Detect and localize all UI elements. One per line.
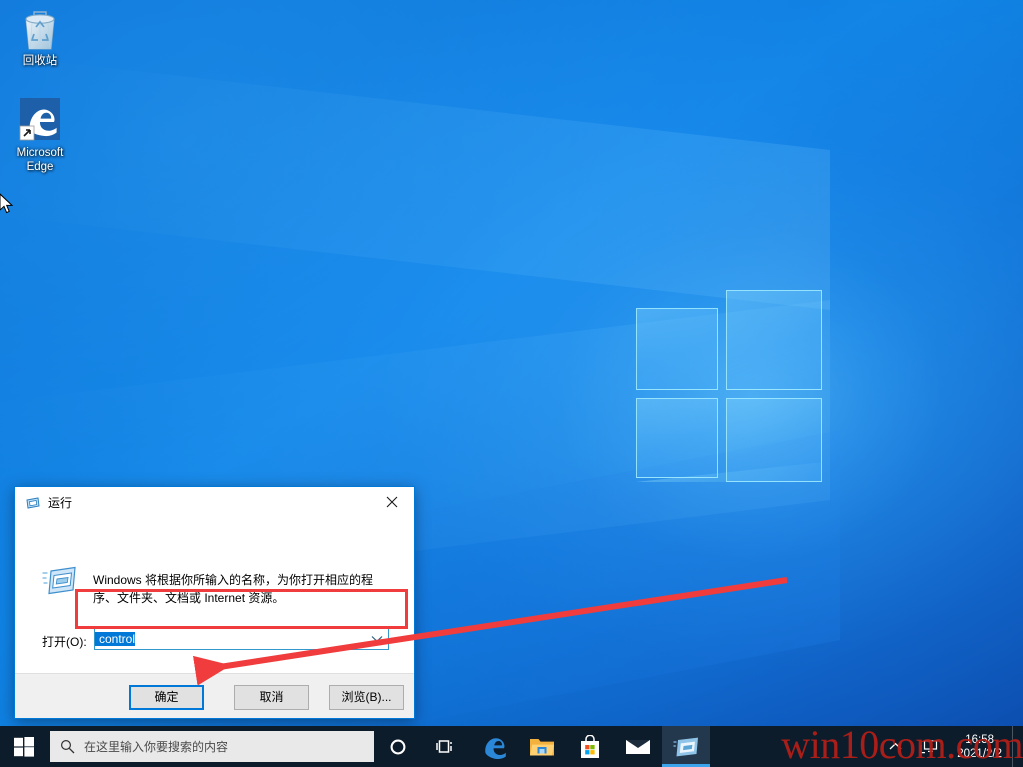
search-placeholder-text: 在这里输入你要搜索的内容 (84, 740, 229, 754)
windows-logo-icon (14, 736, 34, 757)
chevron-up-icon (889, 742, 902, 750)
desktop-screen: 回收站 Microsoft Edge 运行 Windows 将根据你所输入的名称… (0, 0, 1023, 767)
taskbar-cortana-button[interactable] (374, 726, 422, 767)
taskbar-run-window-button[interactable] (662, 726, 710, 767)
taskbar-clock[interactable]: 16:58 2021/2/2 (947, 726, 1012, 767)
run-dialog: 运行 Windows 将根据你所输入的名称，为你打开相应的程序、文件夹、文档或 … (14, 486, 415, 719)
shortcut-overlay-icon (19, 125, 35, 141)
edge-icon (19, 98, 60, 141)
microsoft-store-icon (581, 734, 599, 758)
desktop-icon-microsoft-edge[interactable]: Microsoft Edge (2, 98, 78, 174)
start-button[interactable] (0, 726, 48, 767)
run-window-icon (26, 496, 40, 509)
open-field-label: 打开(O): (42, 635, 87, 649)
search-icon (50, 731, 84, 762)
show-desktop-button[interactable] (1012, 726, 1021, 767)
mail-icon (626, 739, 650, 754)
taskbar-task-view-button[interactable] (422, 726, 470, 767)
taskbar-edge-button[interactable] (470, 726, 518, 767)
desktop-icon-label: Microsoft Edge (16, 147, 64, 173)
search-glyph-icon (60, 739, 74, 754)
dialog-footer: 确定 取消 浏览(B)... (15, 674, 414, 718)
file-explorer-icon (530, 738, 554, 755)
recycle-bin-icon (25, 11, 55, 50)
desktop-icon-label: 回收站 (22, 55, 58, 67)
close-button[interactable] (369, 487, 414, 517)
cortana-icon (390, 739, 406, 754)
wallpaper-light-ray (0, 55, 830, 311)
taskbar: 在这里输入你要搜索的内容 16:58 2021/2/2 (0, 726, 1023, 767)
run-window-icon (42, 566, 76, 595)
task-view-icon (436, 739, 452, 753)
taskbar-microsoft-store-button[interactable] (566, 726, 614, 767)
ok-button[interactable]: 确定 (129, 685, 204, 710)
system-tray: 16:58 2021/2/2 (880, 726, 1023, 767)
run-window-icon (673, 737, 698, 756)
dialog-title-bar[interactable]: 运行 (15, 487, 414, 518)
open-input-value[interactable]: control (95, 631, 136, 646)
close-icon (386, 496, 397, 508)
search-input[interactable]: 在这里输入你要搜索的内容 (50, 731, 374, 762)
cancel-button[interactable]: 取消 (234, 685, 309, 710)
network-icon (920, 739, 938, 753)
open-combobox[interactable]: control (94, 627, 389, 650)
dialog-title: 运行 (48, 496, 73, 510)
browse-button[interactable]: 浏览(B)... (329, 685, 404, 710)
chevron-down-icon (371, 635, 383, 642)
dialog-description: Windows 将根据你所输入的名称，为你打开相应的程序、文件夹、文档或 Int… (93, 573, 374, 605)
taskbar-mail-button[interactable] (614, 726, 662, 767)
show-hidden-icons-button[interactable] (880, 726, 911, 767)
dialog-body: Windows 将根据你所输入的名称，为你打开相应的程序、文件夹、文档或 Int… (15, 518, 414, 674)
clock-date: 2021/2/2 (957, 747, 1002, 760)
taskbar-file-explorer-button[interactable] (518, 726, 566, 767)
wallpaper-glow (560, 230, 940, 560)
edge-icon (485, 737, 506, 759)
clock-time: 16:58 (965, 733, 994, 746)
desktop-icon-recycle-bin[interactable]: 回收站 (2, 8, 78, 69)
combobox-dropdown-button[interactable] (366, 628, 388, 649)
network-status-button[interactable] (911, 726, 947, 767)
